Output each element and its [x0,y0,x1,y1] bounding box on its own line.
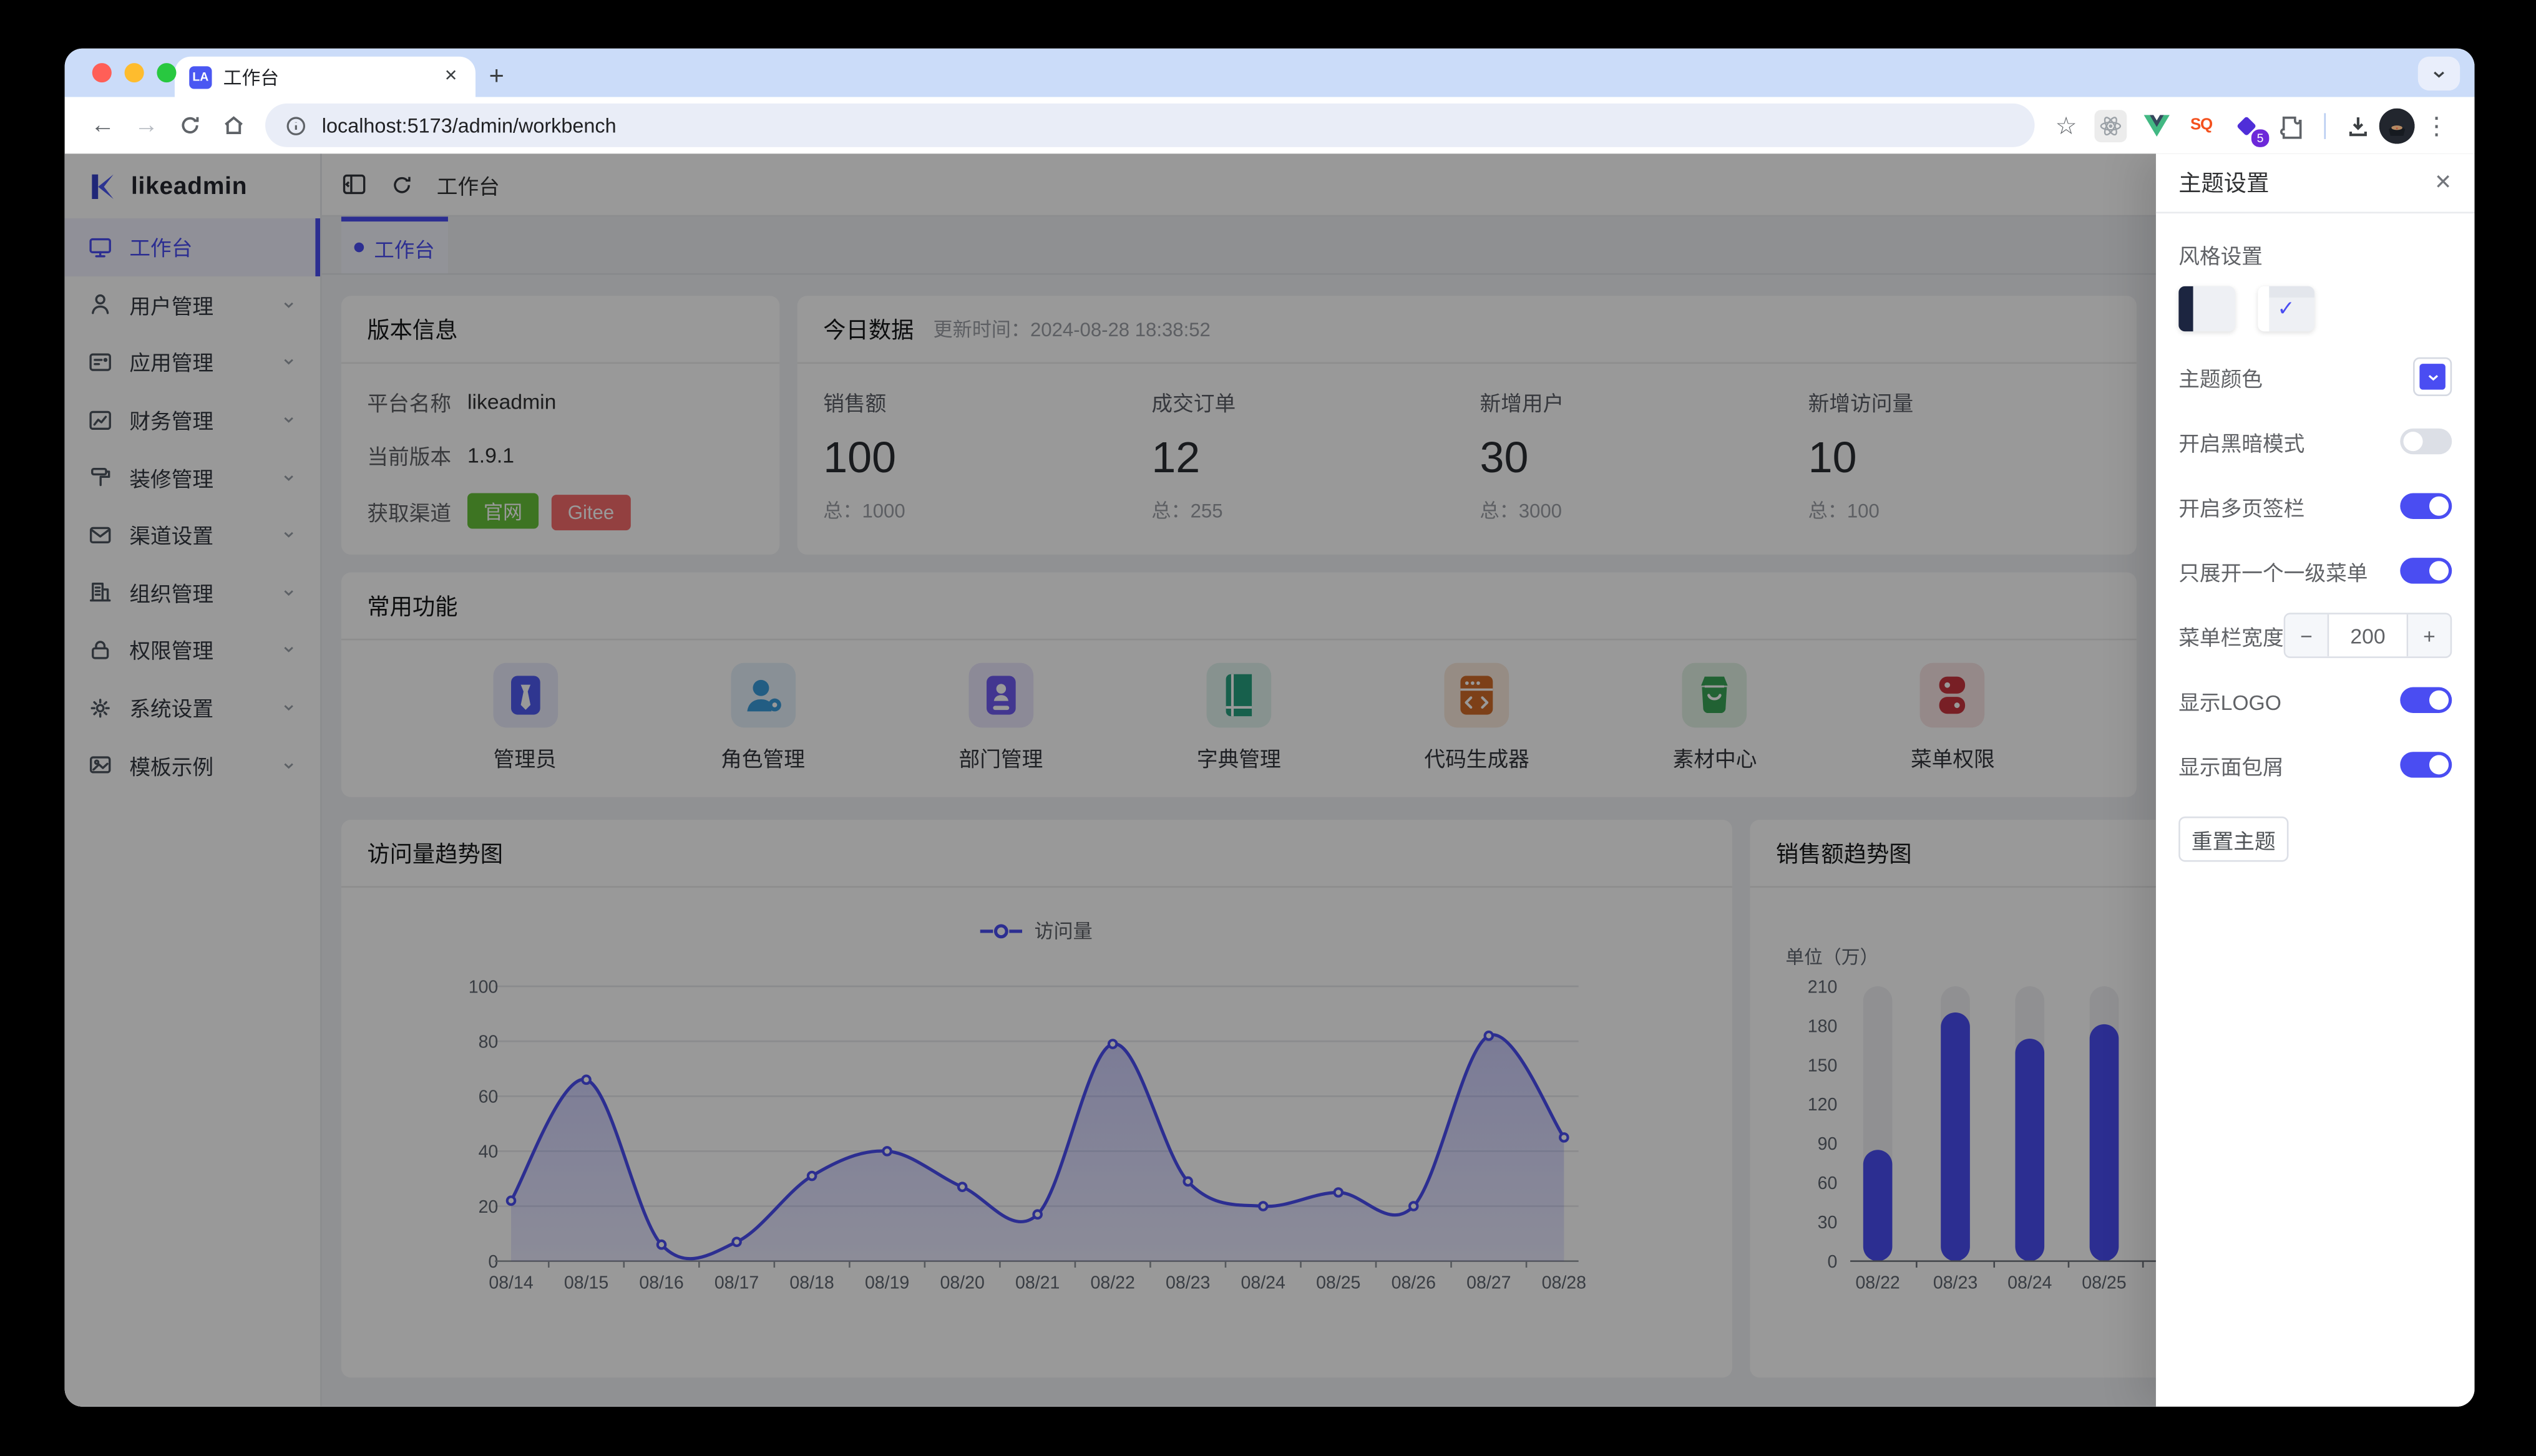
url-bar[interactable]: localhost:5173/admin/workbench [265,103,2035,147]
browser-tabstrip: LA 工作台 ✕ + [64,48,2475,97]
drawer-close-icon[interactable]: ✕ [2434,170,2452,195]
tab-title: 工作台 [223,69,280,89]
drawer-row: 开启多页签栏 [2178,473,2452,538]
modal-overlay[interactable] [64,153,2475,1407]
bookmark-star-icon[interactable]: ☆ [2044,104,2088,147]
sq-extension-icon[interactable]: SQ [2182,106,2220,145]
toggle-显示面包屑[interactable] [2400,752,2452,778]
drawer-row: 开启黑暗模式 [2178,409,2452,474]
theme-settings-drawer: 主题设置 ✕ 风格设置 ✓ 主题颜色 开启黑暗模式 开启多页签栏 只展开一个一级… [2155,153,2475,1407]
forward-icon[interactable]: → [125,104,168,147]
reset-theme-button[interactable]: 重置主题 [2178,816,2289,862]
minimize-window-button[interactable] [124,63,144,83]
desktop: LA 工作台 ✕ + ← → localhost:5173/admin/work… [0,0,2536,1456]
vue-devtools-extension-icon[interactable] [2137,106,2175,145]
react-devtools-extension-icon[interactable] [2091,106,2130,145]
style-option-light[interactable]: ✓ [2258,286,2314,332]
menu-width-label: 菜单栏宽度 [2178,624,2284,649]
reload-icon[interactable] [168,104,212,147]
url-text[interactable]: localhost:5173/admin/workbench [322,114,617,137]
drawer-row: 显示LOGO [2178,667,2452,732]
browser-menu-kebab-icon[interactable]: ⋮ [2415,104,2459,147]
extension-badge: 5 [2250,127,2271,148]
drawer-row: 显示面包屑 [2178,732,2452,797]
extensions-puzzle-icon[interactable] [2273,106,2311,145]
toggle-开启多页签栏[interactable] [2400,493,2452,519]
home-icon[interactable] [212,104,256,147]
zoom-window-button[interactable] [157,63,177,83]
site-info-icon [286,116,306,135]
toolbar-divider [2324,112,2326,138]
browser-toolbar: ← → localhost:5173/admin/workbench ☆ SQ … [64,97,2475,154]
toggle-开启黑暗模式[interactable] [2400,428,2452,455]
toggle-label: 显示LOGO [2178,689,2281,714]
stepper-value[interactable]: 200 [2327,614,2409,657]
tab-favicon: LA [189,65,212,89]
toggle-label: 显示面包屑 [2178,754,2284,779]
downloads-icon[interactable] [2336,104,2379,147]
theme-color-label: 主题颜色 [2178,366,2263,391]
tab-list-chevron-icon[interactable] [2417,56,2460,91]
toggle-只展开一个一级菜单[interactable] [2400,558,2452,584]
close-window-button[interactable] [92,63,112,83]
browser-window: LA 工作台 ✕ + ← → localhost:5173/admin/work… [64,48,2475,1407]
style-option-dark-sidebar[interactable] [2178,286,2235,332]
stepper-decrease-button[interactable]: − [2285,614,2328,657]
admin-page: likeadmin 工作台 用户管理 应用管理 财务管理 装修管理 渠道设置 组… [64,153,2475,1407]
back-icon[interactable]: ← [81,104,125,147]
toggle-label: 只展开一个一级菜单 [2178,560,2368,585]
stepper-increase-button[interactable]: + [2408,614,2451,657]
tab-close-icon[interactable]: ✕ [441,68,461,86]
traffic-lights [92,63,177,83]
profile-avatar[interactable] [2379,107,2415,143]
drawer-title: 主题设置 [2178,170,2270,196]
new-tab-button[interactable]: + [476,57,517,97]
style-settings-label: 风格设置 [2178,244,2263,269]
theme-color-picker[interactable] [2413,357,2452,397]
toggle-label: 开启多页签栏 [2178,495,2305,520]
style-selected-check-icon: ✓ [2277,296,2295,321]
menu-width-stepper: − 200 + [2283,613,2452,658]
purple-extension-icon[interactable]: 5 [2227,106,2271,148]
drawer-row: 只展开一个一级菜单 [2178,538,2452,603]
toggle-label: 开启黑暗模式 [2178,430,2305,455]
toggle-显示LOGO[interactable] [2400,687,2452,714]
browser-tab[interactable]: LA 工作台 ✕ [174,56,476,97]
